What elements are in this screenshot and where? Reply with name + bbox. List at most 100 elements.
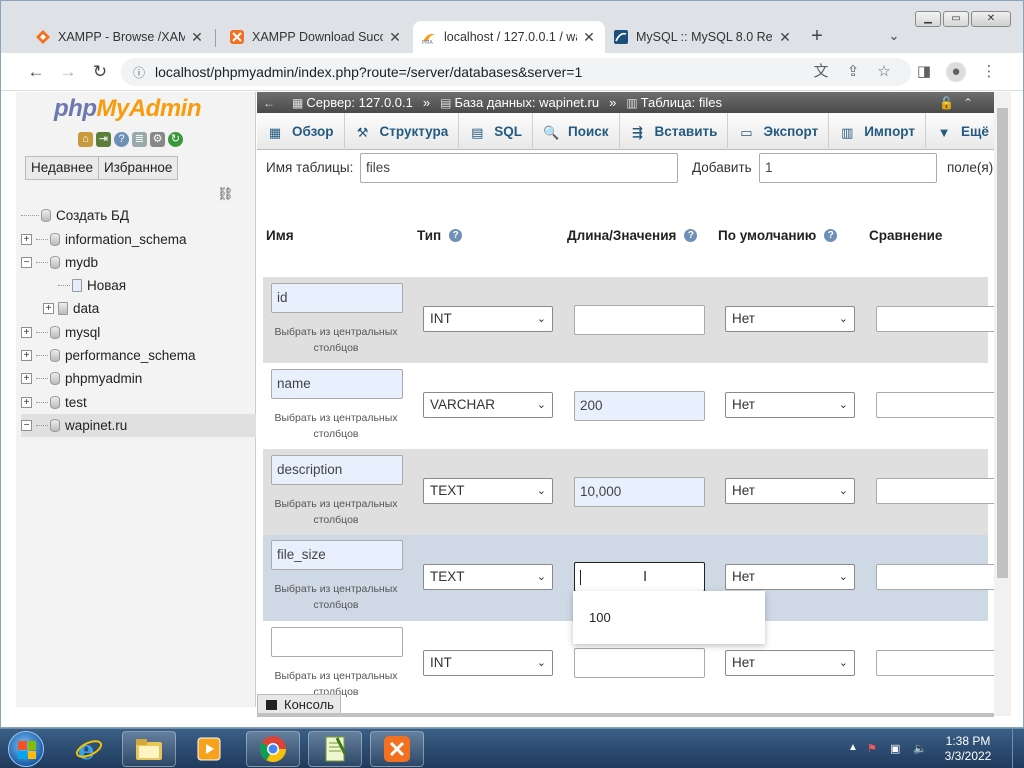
- collapse-arrow-icon[interactable]: ←: [263, 96, 275, 110]
- horizontal-scrollbar[interactable]: [257, 713, 994, 717]
- tab-structure[interactable]: ⚒ Структура: [345, 113, 460, 150]
- tree-item-test[interactable]: + test: [21, 391, 87, 414]
- expand-icon[interactable]: +: [43, 303, 54, 314]
- scrollbar-thumb[interactable]: [997, 108, 1008, 578]
- tree-item-new-table[interactable]: Новая: [58, 274, 126, 297]
- action-center-flag-icon[interactable]: ⚑: [867, 742, 877, 755]
- column-name-input[interactable]: name: [271, 369, 403, 399]
- side-panel-icon[interactable]: ◨: [914, 62, 934, 82]
- table-name-input[interactable]: files: [360, 153, 678, 183]
- column-collation-select[interactable]: [876, 478, 994, 504]
- taskbar-clock[interactable]: 1:38 PM 3/3/2022: [938, 734, 998, 764]
- close-icon[interactable]: ✕: [189, 29, 205, 46]
- help-icon[interactable]: ?: [684, 229, 698, 242]
- column-type-select[interactable]: TEXT ⌄: [423, 478, 553, 504]
- recent-tables-button[interactable]: Недавнее: [25, 156, 99, 180]
- tab-phpmyadmin[interactable]: PMA localhost / 127.0.0.1 / wapinet.ru ✕: [413, 21, 605, 53]
- volume-icon[interactable]: 🔈: [913, 742, 927, 755]
- collapse-top-icon[interactable]: ⌃: [963, 96, 973, 110]
- tab-xampp-download[interactable]: XAMPP Download Success ✕: [221, 21, 411, 53]
- docs-icon[interactable]: ≣: [132, 132, 147, 147]
- lock-icon[interactable]: 🔓: [939, 96, 954, 110]
- column-length-input[interactable]: [574, 305, 705, 335]
- network-icon[interactable]: ▣: [890, 742, 900, 755]
- tree-item-mydb[interactable]: − mydb: [21, 251, 98, 274]
- close-icon[interactable]: ✕: [387, 29, 403, 46]
- column-name-input[interactable]: id: [271, 283, 403, 313]
- column-length-input[interactable]: 10,000: [574, 477, 705, 507]
- xampp-control-icon[interactable]: [370, 731, 424, 767]
- column-collation-select[interactable]: [876, 564, 994, 590]
- column-collation-select[interactable]: [876, 306, 994, 332]
- tree-item-mysql[interactable]: + mysql: [21, 321, 100, 344]
- collapse-icon[interactable]: −: [21, 420, 32, 431]
- share-icon[interactable]: ⇪: [843, 62, 863, 82]
- tree-item-wapinet-ru[interactable]: − wapinet.ru: [21, 414, 256, 437]
- tree-item-phpmyadmin[interactable]: + phpmyadmin: [21, 367, 142, 390]
- central-columns-link[interactable]: Выбрать из центральных столбцов: [271, 581, 401, 613]
- address-bar[interactable]: ⓘ localhost/phpmyadmin/index.php?route=/…: [121, 58, 911, 86]
- tab-import[interactable]: ▥ Импорт: [829, 113, 926, 150]
- column-length-input[interactable]: I: [574, 562, 705, 592]
- new-tab-button[interactable]: +: [804, 23, 830, 49]
- back-button[interactable]: ←: [23, 59, 49, 85]
- help-icon[interactable]: ?: [449, 229, 463, 242]
- tree-item-information-schema[interactable]: + information_schema: [21, 228, 187, 251]
- show-desktop-button[interactable]: [1012, 729, 1024, 768]
- tab-sql[interactable]: ▤ SQL: [459, 113, 534, 150]
- expand-icon[interactable]: +: [21, 327, 32, 338]
- reload-nav-icon[interactable]: ↻: [168, 132, 183, 147]
- autocomplete-option[interactable]: 100: [589, 610, 611, 625]
- close-icon[interactable]: ✕: [777, 29, 793, 46]
- internet-explorer-icon[interactable]: e: [62, 731, 116, 767]
- tree-item-performance-schema[interactable]: + performance_schema: [21, 344, 196, 367]
- column-type-select[interactable]: INT ⌄: [423, 306, 553, 332]
- reload-button[interactable]: ↻: [87, 59, 113, 85]
- column-default-select[interactable]: Нет ⌄: [725, 650, 855, 676]
- column-collation-select[interactable]: [876, 650, 994, 676]
- central-columns-link[interactable]: Выбрать из центральных столбцов: [271, 410, 401, 442]
- central-columns-link[interactable]: Выбрать из центральных столбцов: [271, 324, 401, 356]
- collapse-icon[interactable]: −: [21, 257, 32, 268]
- column-type-select[interactable]: TEXT ⌄: [423, 564, 553, 590]
- column-name-input[interactable]: description: [271, 455, 403, 485]
- bookmark-star-icon[interactable]: ☆: [874, 62, 894, 82]
- column-length-input[interactable]: [574, 648, 705, 678]
- media-player-icon[interactable]: [182, 731, 236, 767]
- expand-icon[interactable]: +: [21, 397, 32, 408]
- exit-icon[interactable]: ⇥: [96, 132, 111, 147]
- settings-gear-icon[interactable]: ⚙: [150, 132, 165, 147]
- info-icon[interactable]: ⓘ: [133, 64, 145, 81]
- column-default-select[interactable]: Нет ⌄: [725, 306, 855, 332]
- profile-avatar-icon[interactable]: ●: [946, 62, 966, 82]
- add-columns-count-input[interactable]: 1: [759, 153, 937, 183]
- column-type-select[interactable]: VARCHAR ⌄: [423, 392, 553, 418]
- tab-browse[interactable]: ▦ Обзор: [257, 113, 345, 150]
- expand-icon[interactable]: +: [21, 234, 32, 245]
- link-collapse-icon[interactable]: ⛓: [217, 186, 234, 202]
- forward-button[interactable]: →: [55, 59, 81, 85]
- expand-icon[interactable]: +: [21, 350, 32, 361]
- breadcrumb-table[interactable]: Таблица: files: [641, 95, 722, 110]
- breadcrumb-server[interactable]: Сервер: 127.0.0.1: [306, 95, 413, 110]
- start-button[interactable]: [8, 731, 44, 767]
- home-icon[interactable]: ⌂: [78, 132, 93, 147]
- notepad-plus-icon[interactable]: [308, 731, 362, 767]
- help-icon[interactable]: ?: [114, 132, 129, 147]
- column-default-select[interactable]: Нет ⌄: [725, 564, 855, 590]
- expand-icon[interactable]: +: [21, 373, 32, 384]
- column-collation-select[interactable]: [876, 392, 994, 418]
- close-icon[interactable]: ✕: [581, 29, 597, 46]
- column-default-select[interactable]: Нет ⌄: [725, 478, 855, 504]
- help-icon[interactable]: ?: [824, 229, 838, 242]
- column-name-input[interactable]: file_size: [271, 540, 403, 570]
- translate-icon[interactable]: ⽂: [811, 62, 831, 82]
- column-name-input[interactable]: [271, 627, 403, 657]
- tab-search[interactable]: 🔍 Поиск: [533, 113, 620, 150]
- maximize-button[interactable]: ▭: [943, 11, 969, 27]
- tray-expand-icon[interactable]: ▲: [848, 742, 858, 753]
- tab-xampp-browse[interactable]: XAMPP - Browse /XAMPP ✕: [27, 21, 213, 53]
- tab-mysql-reference[interactable]: MySQL :: MySQL 8.0 Reference ✕: [605, 21, 801, 53]
- column-length-input[interactable]: 200: [574, 391, 705, 421]
- chrome-icon[interactable]: [246, 731, 300, 767]
